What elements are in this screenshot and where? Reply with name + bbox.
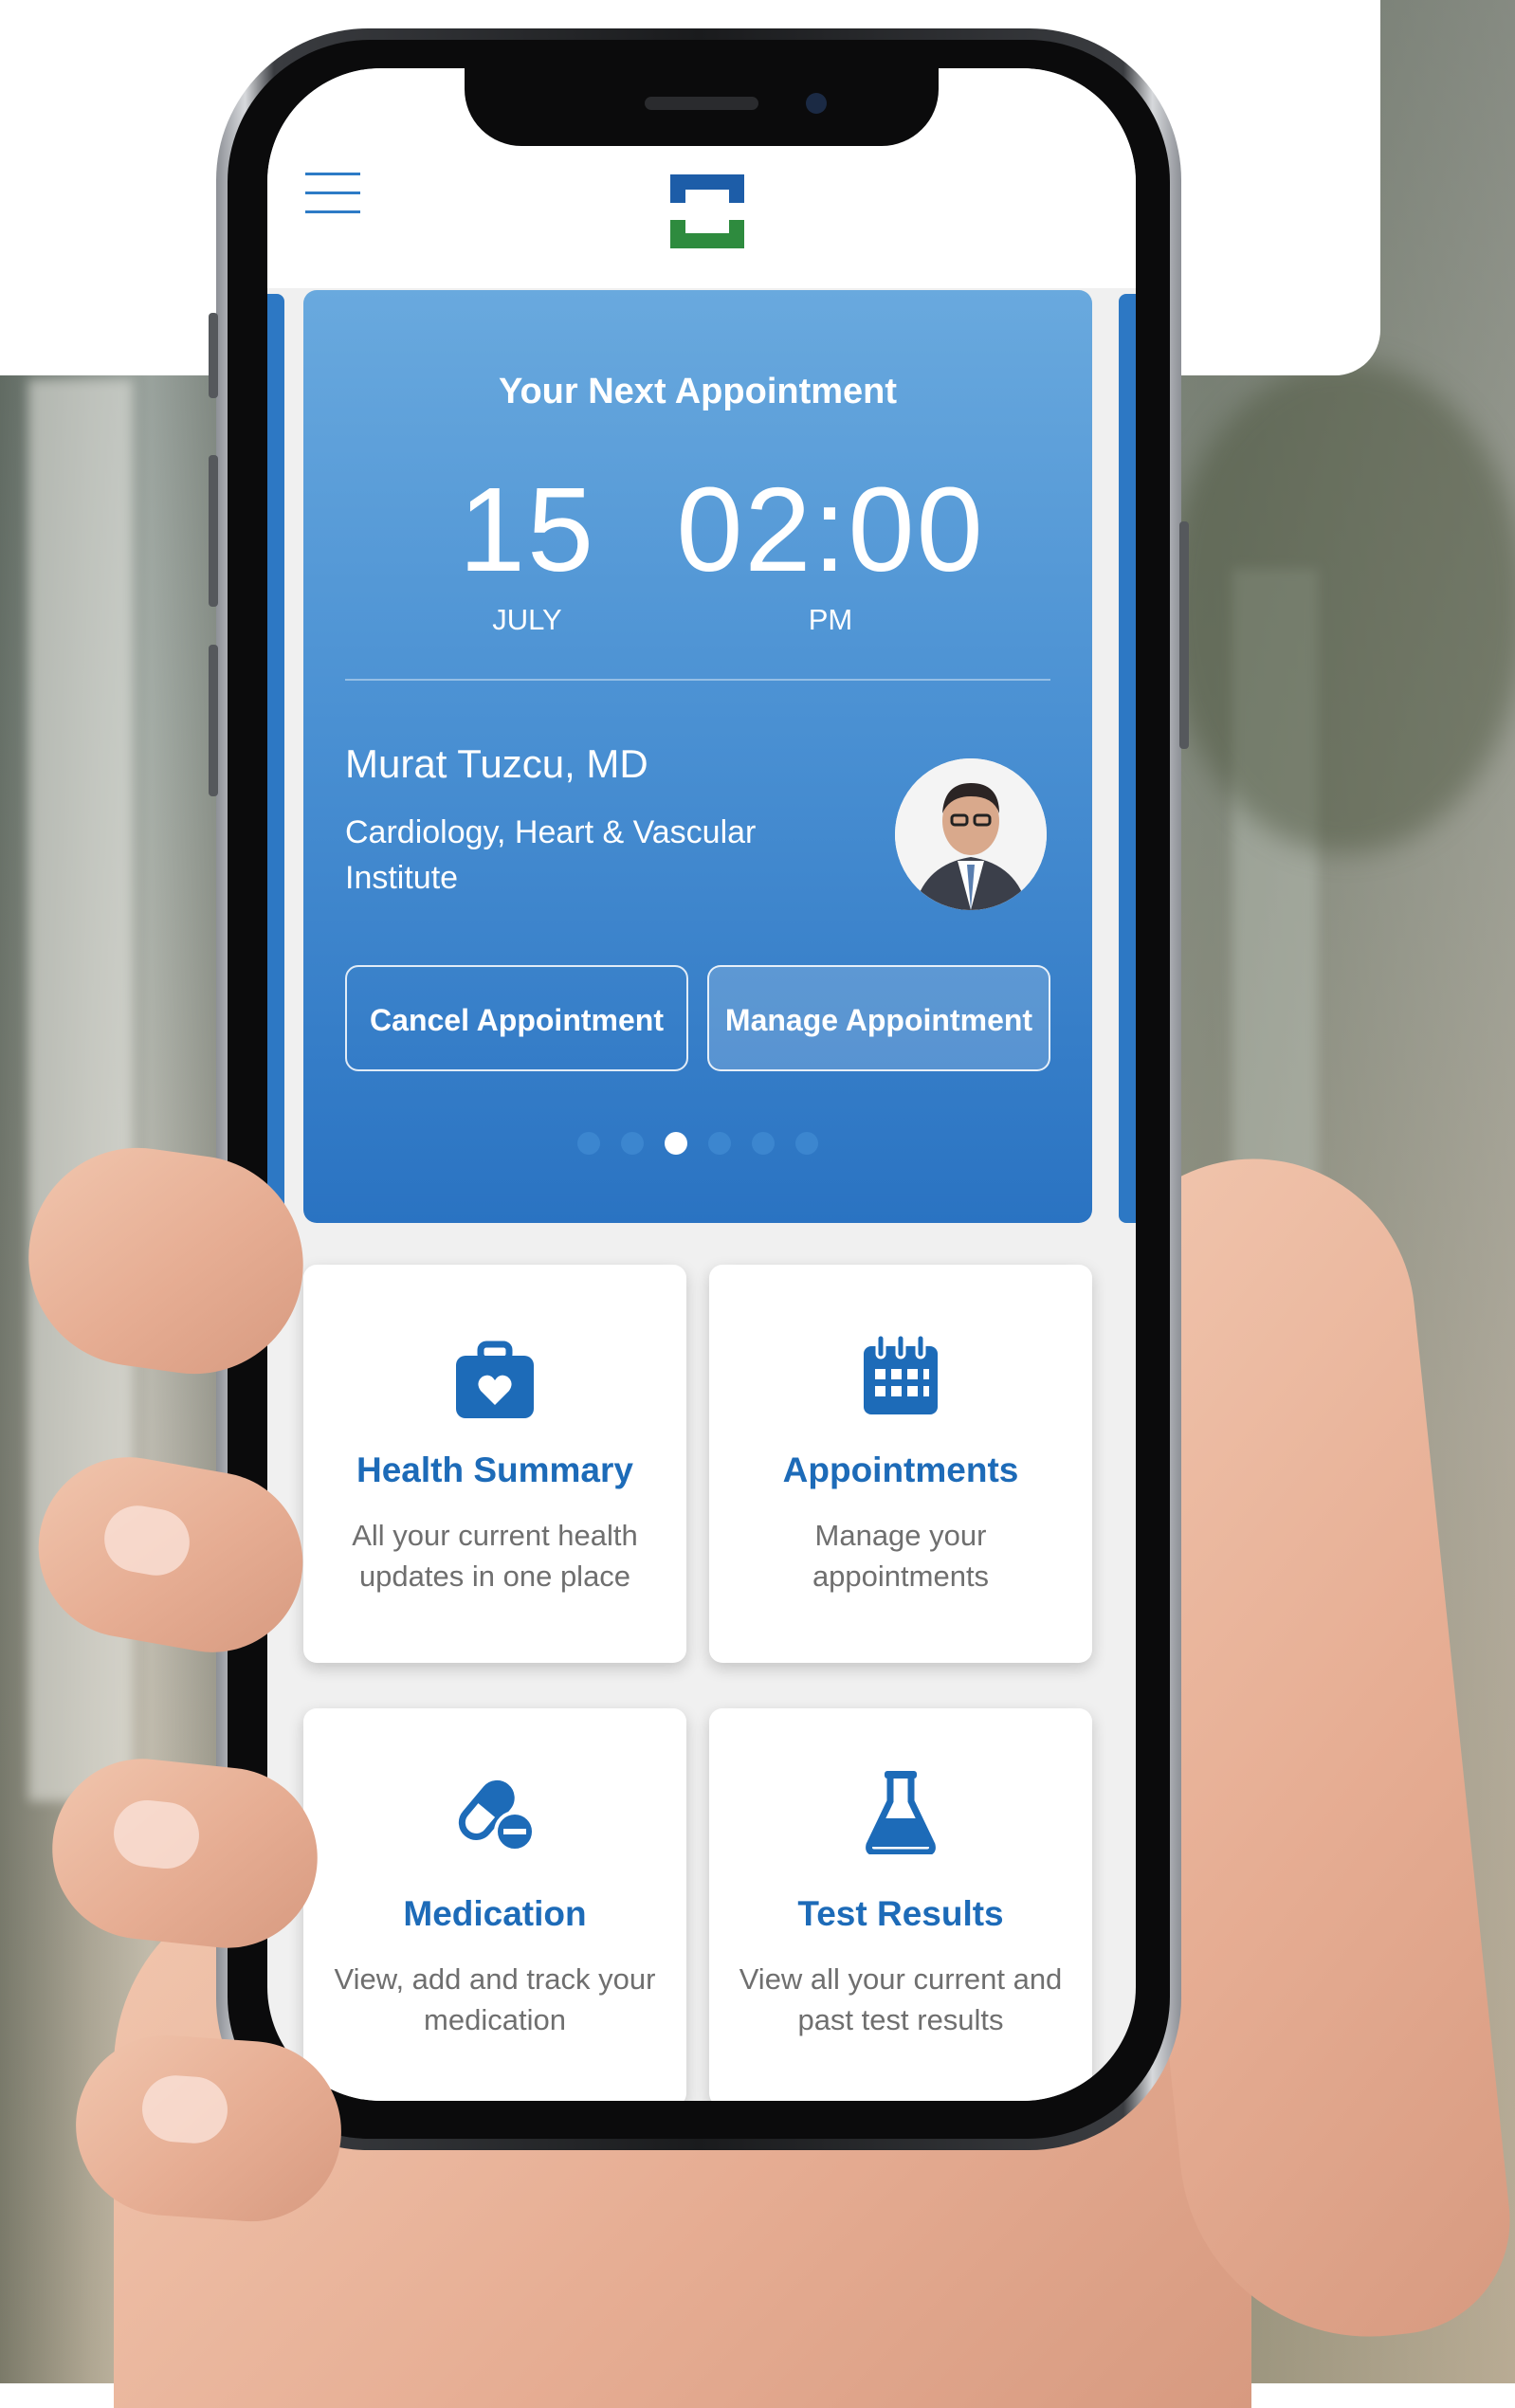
carousel-pagination [303, 1132, 1092, 1159]
tile-description: All your current health updates in one p… [352, 1519, 638, 1593]
tile-description: View all your current and past test resu… [739, 1962, 1063, 2036]
tile-health-summary[interactable]: Health Summary All your current health u… [303, 1265, 686, 1663]
background-palm [1166, 360, 1515, 853]
appointment-meridiem: PM [808, 603, 853, 636]
next-appointment-card: Your Next Appointment 15 02:00 JULY PM M… [303, 290, 1092, 1223]
carousel-dot[interactable] [621, 1132, 644, 1155]
cancel-appointment-button[interactable]: Cancel Appointment [345, 965, 688, 1071]
appointment-time: 02:00 [676, 463, 985, 596]
hamburger-menu-icon[interactable] [305, 173, 362, 220]
phone-side-button [209, 645, 218, 796]
carousel-dot[interactable] [752, 1132, 775, 1155]
tile-title: Test Results [797, 1894, 1004, 1933]
previous-card-peek[interactable] [267, 294, 284, 1223]
carousel-dot[interactable] [708, 1132, 731, 1155]
phone-screen: Your Next Appointment 15 02:00 JULY PM M… [267, 68, 1136, 2101]
appointment-month: JULY [492, 603, 562, 636]
tile-appointments[interactable]: Appointments Manage your appointments [709, 1265, 1092, 1663]
medical-bag-heart-icon [456, 1341, 534, 1418]
tile-description: Manage your appointments [812, 1519, 990, 1593]
next-card-peek[interactable] [1119, 294, 1136, 1223]
doctor-name: Murat Tuzcu, MD [345, 741, 648, 786]
carousel-dot[interactable] [577, 1132, 600, 1155]
calendar-icon [864, 1333, 938, 1414]
card-divider [345, 679, 1050, 681]
phone-side-button [209, 455, 218, 607]
phone-notch [465, 68, 939, 146]
tile-title: Medication [403, 1894, 587, 1933]
flask-icon [866, 1771, 936, 1854]
tile-description: View, add and track your medication [334, 1962, 656, 2036]
tile-test-results[interactable]: Test Results View all your current and p… [709, 1708, 1092, 2101]
tile-title: Appointments [782, 1450, 1019, 1489]
tile-title: Health Summary [356, 1450, 633, 1489]
appointment-card-title: Your Next Appointment [498, 372, 898, 411]
phone-side-button [209, 313, 218, 398]
manage-appointment-button[interactable]: Manage Appointment [707, 965, 1050, 1071]
appointment-day: 15 [458, 463, 596, 596]
phone-side-button [1179, 521, 1189, 749]
carousel-dot[interactable] [665, 1132, 687, 1155]
doctor-department: Cardiology, Heart & Vascular Institute [345, 814, 757, 896]
phone-speaker [645, 97, 758, 110]
tile-medication[interactable]: Medication View, add and track your medi… [303, 1708, 686, 2101]
phone-camera [806, 93, 827, 114]
pills-icon [458, 1779, 536, 1852]
doctor-avatar[interactable] [895, 758, 1047, 910]
carousel-dot[interactable] [795, 1132, 818, 1155]
doctor-photo [895, 758, 1047, 910]
clinic-cross-logo-icon [670, 174, 744, 248]
